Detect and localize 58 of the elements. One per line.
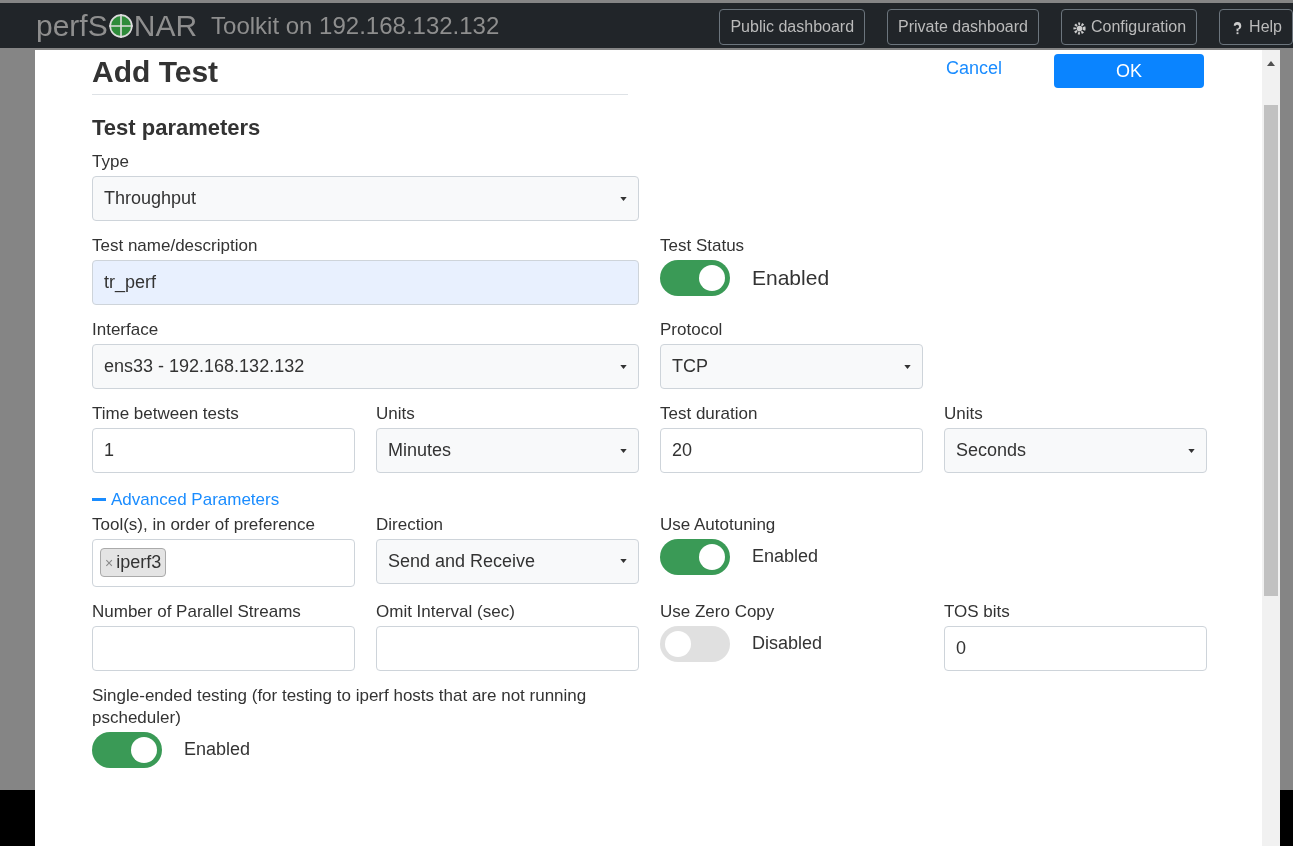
toggle-switch[interactable] [660,538,730,575]
dropdown[interactable]: Throughput [92,176,639,221]
field-label: Test name/description [92,235,259,257]
host-title: Toolkit on 192.168.132.132 [211,11,500,41]
field-label: TOS bits [944,600,1011,623]
dropdown[interactable]: Minutes [376,428,639,473]
field-label: Number of Parallel Streams [92,600,302,623]
field-label: Tool(s), in order of preference [92,513,316,536]
brand-logo-text: NAR [133,8,198,44]
brand-logo-text: perfS [36,8,108,44]
toggle-state-text: Enabled [752,546,819,567]
dropdown[interactable]: TCP [660,344,923,389]
input-field[interactable]: 0 [944,625,1207,671]
field-label: Use Autotuning [660,513,777,536]
field-label: Type [92,151,130,173]
nav-button[interactable]: Private dashboard [887,9,1039,45]
crosshair-icon [107,13,134,39]
tag-input-field[interactable]: × iperf3 [92,538,355,587]
input-field[interactable] [92,625,355,671]
section-heading: Test parameters [92,115,262,141]
field-label: Units [376,403,416,425]
field-label: Single-ended testing (for testing to iperf hosts that are not running pscheduler) [92,684,588,729]
dropdown[interactable]: Seconds [944,428,1207,473]
field-label: Interface [92,319,160,341]
input-field[interactable] [376,625,639,671]
caret-icon [620,448,627,453]
settings-icon [1071,21,1087,36]
toggle-state-text: Enabled [184,739,251,760]
field-label: Test Status [660,235,746,257]
dialog-title: Add Test [92,54,220,90]
nav-button[interactable]: Help [1219,9,1293,45]
caret-icon [904,364,911,369]
field-label: Units [944,403,984,425]
caret-icon [620,559,627,563]
tool-tag: × iperf3 [100,548,167,577]
dropdown[interactable]: Send and Receive [376,538,639,584]
toggle-switch[interactable] [92,731,162,768]
toggle-state-text: Disabled [752,633,823,654]
scrollbar[interactable] [1262,50,1280,846]
ok-button[interactable]: OK [1054,54,1204,88]
dropdown[interactable]: ens33 - 192.168.132.132 [92,344,639,389]
field-label: Direction [376,513,445,536]
field-label: Test duration [660,403,759,425]
toggle-state-text: Enabled [752,266,830,290]
field-label: Use Zero Copy [660,600,776,623]
caret-icon [1188,448,1195,453]
input-field[interactable]: tr_perf [92,260,639,305]
field-label: Protocol [660,319,724,341]
caret-icon [620,364,627,369]
input-field[interactable]: 1 [92,428,355,473]
nav-button[interactable]: Configuration [1060,9,1198,45]
field-label: Time between tests [92,403,240,425]
toggle-switch[interactable] [660,260,730,296]
input-field[interactable]: 20 [660,428,923,473]
toggle-switch[interactable] [660,625,730,662]
field-label: Omit Interval (sec) [376,600,516,623]
caret-icon [620,196,627,201]
nav-button[interactable]: Public dashboard [719,9,866,45]
